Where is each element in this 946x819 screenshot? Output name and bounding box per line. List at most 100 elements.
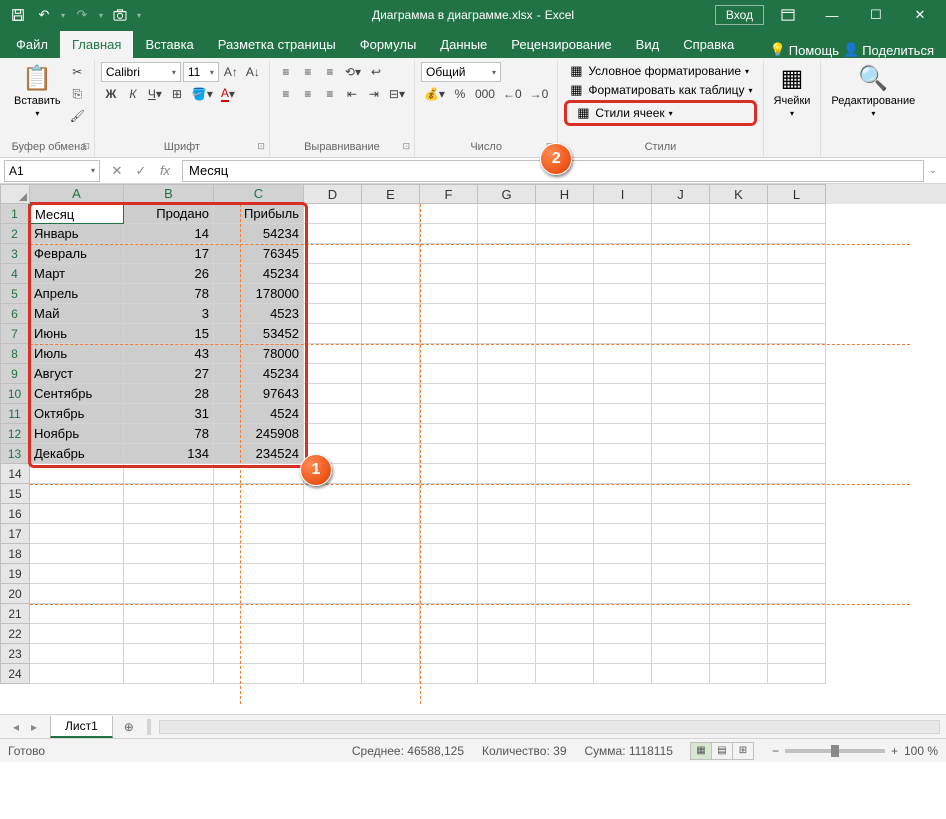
column-header[interactable]: H: [536, 184, 594, 204]
cell[interactable]: [362, 604, 420, 624]
cell[interactable]: 76345: [214, 244, 304, 264]
cell[interactable]: [536, 604, 594, 624]
cell[interactable]: Сентябрь: [30, 384, 124, 404]
cell[interactable]: [478, 284, 536, 304]
cell[interactable]: [710, 504, 768, 524]
row-header[interactable]: 24: [0, 664, 30, 684]
view-buttons[interactable]: ▦ ▤ ⊞: [691, 742, 754, 760]
row-header[interactable]: 5: [0, 284, 30, 304]
page-layout-view-icon[interactable]: ▤: [711, 742, 733, 760]
comma-icon[interactable]: 000: [472, 84, 498, 104]
cell[interactable]: [420, 364, 478, 384]
cell[interactable]: [768, 644, 826, 664]
cell[interactable]: [30, 644, 124, 664]
cell[interactable]: [362, 384, 420, 404]
zoom-control[interactable]: − + 100 %: [772, 744, 938, 758]
cell[interactable]: Апрель: [30, 284, 124, 304]
cell[interactable]: [710, 404, 768, 424]
cell[interactable]: 14: [124, 224, 214, 244]
cell[interactable]: [420, 584, 478, 604]
cell[interactable]: [214, 564, 304, 584]
cell[interactable]: [124, 544, 214, 564]
cell[interactable]: [536, 504, 594, 524]
cell[interactable]: [124, 524, 214, 544]
cell[interactable]: [652, 484, 710, 504]
cell-styles-button[interactable]: ▦ Стили ячеек▾: [564, 100, 756, 126]
cell[interactable]: [214, 604, 304, 624]
cell[interactable]: [768, 304, 826, 324]
cell[interactable]: [304, 424, 362, 444]
cell[interactable]: [536, 284, 594, 304]
paste-button[interactable]: 📋 Вставить ▾: [10, 62, 65, 120]
cell[interactable]: [710, 584, 768, 604]
cell[interactable]: [214, 664, 304, 684]
cell[interactable]: [124, 604, 214, 624]
cell[interactable]: [652, 204, 710, 224]
cell[interactable]: 245908: [214, 424, 304, 444]
cell[interactable]: [652, 524, 710, 544]
cell[interactable]: [652, 504, 710, 524]
cell[interactable]: [478, 504, 536, 524]
align-bottom-icon[interactable]: ≡: [320, 62, 340, 82]
cell[interactable]: [710, 384, 768, 404]
cell[interactable]: [710, 364, 768, 384]
cell[interactable]: [478, 604, 536, 624]
cell[interactable]: [594, 284, 652, 304]
cell[interactable]: [652, 304, 710, 324]
spreadsheet-grid[interactable]: ABCDEFGHIJKL 1МесяцПроданоПрибыль2Январь…: [0, 184, 946, 714]
merge-icon[interactable]: ⊟▾: [386, 84, 408, 104]
cell[interactable]: [420, 444, 478, 464]
cell[interactable]: [124, 624, 214, 644]
cell[interactable]: [362, 284, 420, 304]
row-header[interactable]: 8: [0, 344, 30, 364]
border-icon[interactable]: ⊞: [167, 84, 187, 104]
cell[interactable]: [420, 244, 478, 264]
cell[interactable]: Август: [30, 364, 124, 384]
cell[interactable]: [420, 224, 478, 244]
cell[interactable]: [478, 664, 536, 684]
cell[interactable]: Январь: [30, 224, 124, 244]
cell[interactable]: [420, 564, 478, 584]
cell[interactable]: [214, 584, 304, 604]
cell[interactable]: [304, 564, 362, 584]
cell[interactable]: [594, 544, 652, 564]
decrease-decimal-icon[interactable]: →0: [527, 84, 552, 104]
bold-button[interactable]: Ж: [101, 84, 121, 104]
cell[interactable]: [304, 504, 362, 524]
cell[interactable]: 178000: [214, 284, 304, 304]
cell[interactable]: [478, 644, 536, 664]
cell[interactable]: [214, 484, 304, 504]
cell[interactable]: [768, 444, 826, 464]
cell[interactable]: [710, 524, 768, 544]
row-header[interactable]: 15: [0, 484, 30, 504]
row-header[interactable]: 21: [0, 604, 30, 624]
tab-review[interactable]: Рецензирование: [499, 31, 623, 58]
cell[interactable]: [768, 624, 826, 644]
cell[interactable]: [594, 324, 652, 344]
tab-help[interactable]: Справка: [671, 31, 746, 58]
cell[interactable]: 97643: [214, 384, 304, 404]
cell[interactable]: [304, 344, 362, 364]
cell[interactable]: [594, 424, 652, 444]
cell[interactable]: [420, 344, 478, 364]
cell[interactable]: [214, 644, 304, 664]
cell[interactable]: [420, 204, 478, 224]
cell[interactable]: Май: [30, 304, 124, 324]
cell[interactable]: 45234: [214, 364, 304, 384]
cell[interactable]: [420, 324, 478, 344]
cell[interactable]: 53452: [214, 324, 304, 344]
cell[interactable]: [478, 464, 536, 484]
cell[interactable]: 4524: [214, 404, 304, 424]
undo-icon[interactable]: ↶: [32, 4, 56, 26]
tab-file[interactable]: Файл: [4, 31, 60, 58]
cell[interactable]: [362, 584, 420, 604]
cell[interactable]: [478, 424, 536, 444]
cell[interactable]: [536, 324, 594, 344]
minimize-icon[interactable]: —: [812, 1, 852, 29]
row-header[interactable]: 2: [0, 224, 30, 244]
copy-icon[interactable]: ⎘: [67, 84, 88, 104]
cell[interactable]: [710, 304, 768, 324]
cell[interactable]: [768, 484, 826, 504]
cell[interactable]: [652, 404, 710, 424]
cell[interactable]: [652, 344, 710, 364]
